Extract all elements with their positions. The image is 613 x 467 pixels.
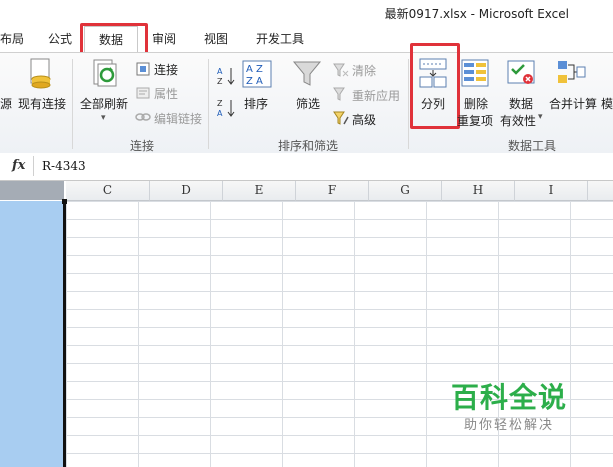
sort-button[interactable]: 排序 (244, 95, 268, 112)
data-validation-button-line2[interactable]: 有效性 (500, 112, 536, 129)
sort-descending-icon[interactable]: ZA (216, 97, 236, 122)
column-header-f[interactable]: F (296, 181, 369, 201)
data-validation-button[interactable]: 数据 (509, 95, 533, 112)
svg-text:Z A: Z A (246, 76, 263, 87)
svg-text:Z: Z (217, 99, 223, 108)
ribbon: 源 现有连接 全部刷新 ▾ 连接 属性 编辑链接 连接 AZ Z A A Z Z… (0, 43, 613, 154)
refresh-all-icon (90, 57, 118, 92)
connections-group-label: 连接 (130, 139, 155, 153)
from-other-sources-button[interactable]: 源 (0, 95, 12, 112)
existing-connections-icon (28, 57, 54, 92)
tab-review[interactable]: 审阅 (152, 30, 176, 47)
reapply-button[interactable]: 重新应用 (352, 87, 400, 104)
tab-data-highlight (80, 23, 148, 55)
properties-button[interactable]: 属性 (154, 85, 178, 102)
formula-input[interactable]: R-4343 (42, 159, 86, 173)
watermark-title: 百科全说 (450, 381, 567, 414)
remove-duplicates-button-line2[interactable]: 重复项 (457, 112, 493, 129)
clear-filter-button[interactable]: 清除 (352, 62, 376, 79)
what-if-analysis-button[interactable]: 模 (601, 95, 613, 112)
edit-links-button[interactable]: 编辑链接 (154, 110, 202, 127)
sort-ascending-icon[interactable]: AZ (216, 65, 236, 90)
column-header-d[interactable]: D (150, 181, 223, 201)
sort-icon: A ZZ A (242, 59, 272, 92)
properties-icon (135, 85, 151, 104)
column-header-selected[interactable] (0, 181, 64, 200)
connections-icon (135, 61, 151, 80)
title-bar: 最新0917.xlsx - Microsoft Excel (0, 0, 613, 24)
refresh-all-button[interactable]: 全部刷新 (80, 95, 128, 112)
column-header-h[interactable]: H (442, 181, 515, 201)
ribbon-separator (72, 59, 73, 149)
column-header-i[interactable]: I (515, 181, 588, 201)
watermark: 百科全说 助你轻松解决 (450, 381, 567, 434)
ribbon-separator (408, 59, 409, 149)
column-header-c[interactable]: C (66, 181, 150, 201)
svg-text:A: A (217, 67, 223, 76)
existing-connections-button[interactable]: 现有连接 (18, 95, 66, 112)
clear-filter-icon (333, 62, 349, 81)
tab-layout[interactable]: 布局 (0, 30, 24, 47)
column-header-next[interactable] (588, 181, 613, 201)
tab-formulas[interactable]: 公式 (48, 30, 72, 47)
data-validation-dropdown-icon[interactable]: ▾ (538, 112, 543, 122)
sort-filter-group-label: 排序和筛选 (278, 139, 339, 153)
selection-handle[interactable] (62, 199, 67, 204)
formula-bar: fx R-4343 (0, 153, 613, 181)
svg-text:Z: Z (217, 77, 223, 86)
column-header-g[interactable]: G (369, 181, 442, 201)
filter-button[interactable]: 筛选 (296, 95, 320, 112)
insert-function-icon[interactable]: fx (12, 158, 25, 173)
tab-view[interactable]: 视图 (204, 30, 228, 47)
ribbon-separator (208, 59, 209, 149)
svg-text:A: A (217, 109, 223, 118)
tab-developer[interactable]: 开发工具 (256, 30, 304, 47)
remove-duplicates-icon (460, 57, 490, 92)
selection-border (63, 201, 66, 467)
advanced-filter-button[interactable]: 高级 (352, 111, 376, 128)
watermark-subtitle: 助你轻松解决 (463, 418, 554, 433)
formula-separator (33, 156, 34, 176)
connections-button[interactable]: 连接 (154, 61, 178, 78)
svg-text:A Z: A Z (246, 64, 263, 75)
edit-links-icon (135, 109, 151, 128)
selected-column-range[interactable] (0, 201, 64, 467)
consolidate-icon (556, 57, 586, 92)
data-validation-icon (506, 57, 536, 92)
filter-icon (292, 59, 322, 92)
column-header-e[interactable]: E (223, 181, 296, 201)
remove-duplicates-button[interactable]: 删除 (464, 95, 488, 112)
window-title: 最新0917.xlsx - Microsoft Excel (384, 7, 569, 21)
data-tools-group-label: 数据工具 (508, 139, 557, 153)
advanced-filter-icon (333, 110, 349, 129)
consolidate-button[interactable]: 合并计算 (549, 95, 597, 112)
reapply-icon (333, 86, 349, 105)
text-to-columns-highlight (410, 43, 460, 129)
refresh-all-dropdown-icon[interactable]: ▾ (101, 113, 106, 123)
